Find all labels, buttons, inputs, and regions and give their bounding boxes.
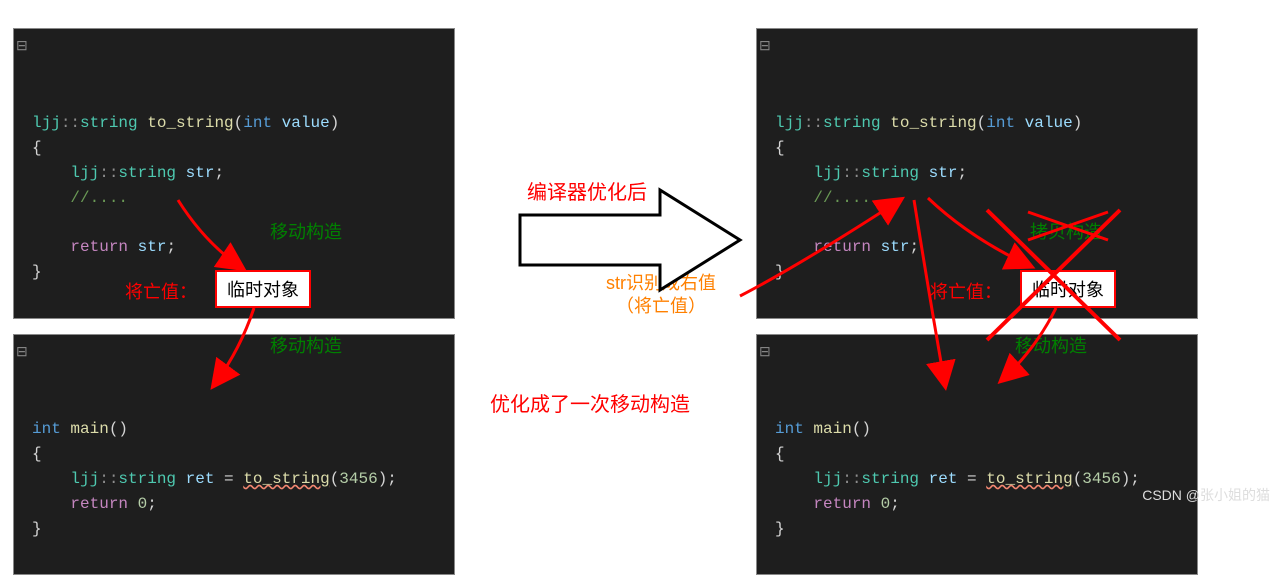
dying-value-label-right: 将亡值： bbox=[930, 278, 1002, 304]
right-code-bottom: ⊟ int main(){ ljj::string ret = to_strin… bbox=[756, 334, 1198, 575]
str-rvalue-label: str识别成右值 （将亡值） bbox=[606, 272, 716, 317]
gutter-icon: ⊟ bbox=[16, 37, 28, 59]
gutter-icon: ⊟ bbox=[759, 343, 771, 365]
gutter-icon: ⊟ bbox=[16, 343, 28, 365]
compiler-optimize-label: 编译器优化后 bbox=[527, 176, 647, 205]
right-code-top: ⊟ ljj::string to_string(int value){ ljj:… bbox=[756, 28, 1198, 319]
temp-object-box-right: 临时对象 bbox=[1020, 270, 1116, 308]
code-content: ljj::string to_string(int value){ ljj::s… bbox=[775, 111, 1187, 285]
copy-constructor-label: 拷贝构造 bbox=[1030, 218, 1102, 244]
watermark: CSDN @张小姐的猫 bbox=[1142, 485, 1270, 505]
move-constructor-label-right: 移动构造 bbox=[1015, 332, 1087, 358]
move-constructor-label-2: 移动构造 bbox=[270, 332, 342, 358]
dying-value-label-left: 将亡值： bbox=[125, 278, 197, 304]
code-content: int main(){ ljj::string ret = to_string(… bbox=[32, 417, 444, 541]
optimize-result-label: 优化成了一次移动构造 bbox=[490, 388, 690, 417]
code-content: ljj::string to_string(int value){ ljj::s… bbox=[32, 111, 444, 285]
move-constructor-label-1: 移动构造 bbox=[270, 218, 342, 244]
temp-object-box-left: 临时对象 bbox=[215, 270, 311, 308]
left-code-bottom: ⊟ int main(){ ljj::string ret = to_strin… bbox=[13, 334, 455, 575]
code-content: int main(){ ljj::string ret = to_string(… bbox=[775, 417, 1187, 541]
gutter-icon: ⊟ bbox=[759, 37, 771, 59]
